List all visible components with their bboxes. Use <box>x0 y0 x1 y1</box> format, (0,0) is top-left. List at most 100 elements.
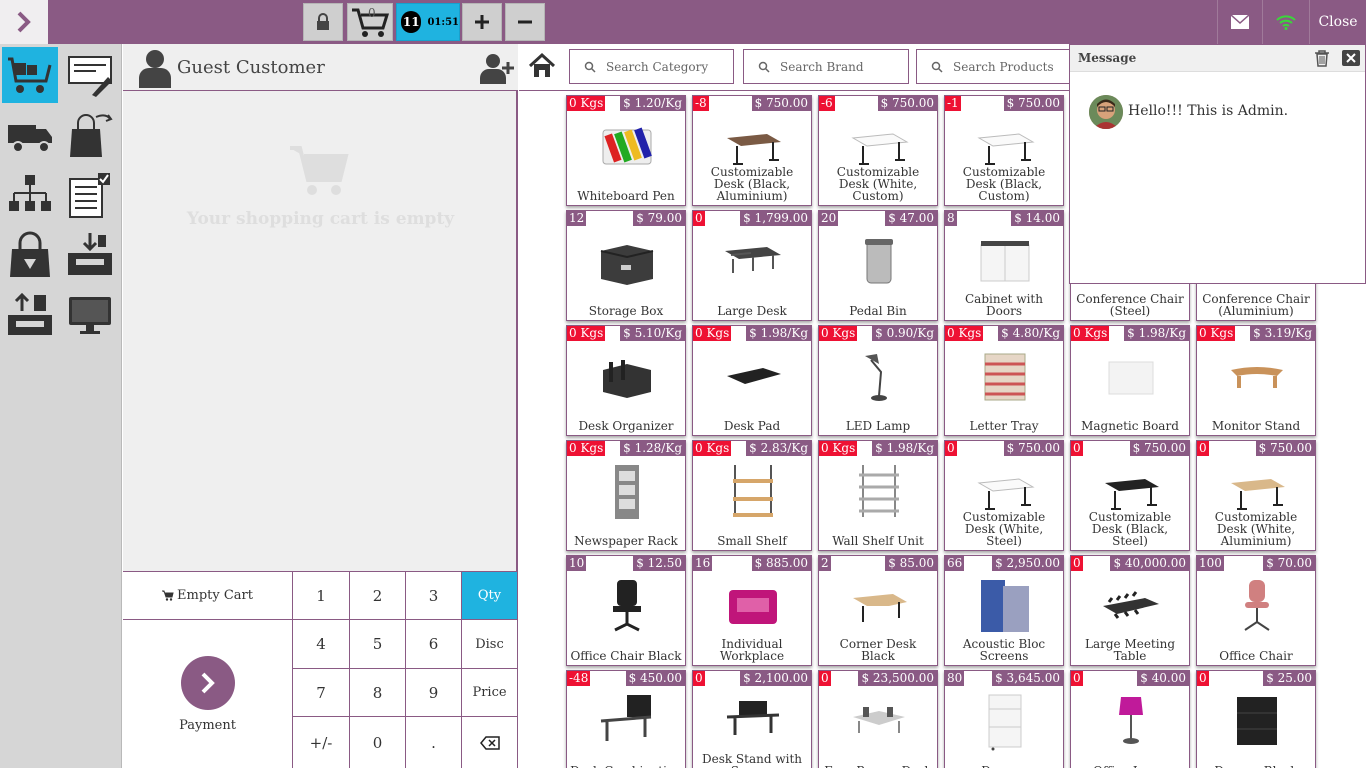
sidebar-item-point-of-sale[interactable] <box>2 47 58 103</box>
close-button[interactable]: Close <box>1309 0 1366 44</box>
product-qty-badge: 10 <box>567 556 587 571</box>
empty-cart-button[interactable]: Empty Cart <box>123 572 293 620</box>
product-card[interactable]: -8 $ 750.00 Customizable Desk (Black, Alum… <box>692 95 812 206</box>
product-card[interactable]: 0 $ 25.00 Drawer Black <box>1196 670 1316 768</box>
product-qty-badge: 0 Kgs <box>819 326 858 341</box>
numpad-key-5[interactable]: 5 <box>350 620 406 669</box>
product-qty-badge: 0 Kgs <box>945 326 984 341</box>
home-icon[interactable] <box>528 52 556 80</box>
product-card[interactable]: -48 $ 450.00 Desk Combination <box>566 670 686 768</box>
customer-name[interactable]: Guest Customer <box>177 57 325 78</box>
pad-image <box>727 368 781 384</box>
numpad-key-9[interactable]: 9 <box>406 669 462 717</box>
product-card[interactable]: 0 $ 2,100.00 Desk Stand with Screen <box>692 670 812 768</box>
product-name: Whiteboard Pen <box>577 189 675 203</box>
lock-button[interactable] <box>303 3 343 41</box>
sidebar-item-stock-in[interactable] <box>62 227 118 283</box>
board-image <box>1108 361 1154 395</box>
sidebar-item-stock-out[interactable] <box>2 287 58 343</box>
product-price-badge: $ 1.98/Kg <box>872 441 937 456</box>
sidebar-item-checklist[interactable] <box>62 167 118 223</box>
product-card[interactable]: 0 $ 750.00 Customizable Desk (White, Alumi… <box>1196 440 1316 551</box>
search-products-input[interactable]: Search Products <box>916 49 1076 84</box>
bin-image <box>865 239 893 284</box>
search-brand-input[interactable]: Search Brand <box>743 49 909 84</box>
sidebar-item-return[interactable] <box>62 107 118 163</box>
product-card[interactable]: 20 $ 47.00 Pedal Bin <box>818 210 938 321</box>
product-card[interactable]: 0 $ 40,000.00 Large Meeting Table <box>1070 555 1190 666</box>
product-card[interactable]: 0 Kgs $ 5.10/Kg Desk Organizer <box>566 325 686 436</box>
product-card[interactable]: 0 Kgs $ 1.20/Kg Whiteboard Pen <box>566 95 686 206</box>
numpad-key-plus-minus[interactable]: +/- <box>293 717 350 768</box>
qty-mode-button[interactable]: Qty <box>462 572 518 620</box>
product-card[interactable]: 0 Kgs $ 0.90/Kg LED Lamp <box>818 325 938 436</box>
product-card[interactable]: 0 $ 23,500.00 Four Person Desk <box>818 670 938 768</box>
product-card[interactable]: 0 Kgs $ 4.80/Kg Letter Tray <box>944 325 1064 436</box>
cabinet-image <box>980 241 1030 282</box>
product-name: Large Desk <box>717 304 787 318</box>
trash-icon[interactable] <box>1314 50 1330 67</box>
numpad-key-0[interactable]: 0 <box>350 717 406 768</box>
cart-truck-icon <box>8 57 52 93</box>
numpad-key-6[interactable]: 6 <box>406 620 462 669</box>
product-card[interactable]: -1 $ 750.00 Customizable Desk (Black, Cust… <box>944 95 1064 206</box>
product-card[interactable]: 80 $ 3,645.00 Drawer <box>944 670 1064 768</box>
product-card[interactable]: 0 Kgs $ 1.98/Kg Desk Pad <box>692 325 812 436</box>
numpad-key-2[interactable]: 2 <box>350 572 406 620</box>
messages-button[interactable] <box>1217 0 1261 44</box>
product-card[interactable]: 16 $ 885.00 Individual Workplace <box>692 555 812 666</box>
product-qty-badge: 12 <box>567 211 587 226</box>
backspace-button[interactable] <box>462 717 518 768</box>
numpad-key-8[interactable]: 8 <box>350 669 406 717</box>
sidebar-item-customer-display[interactable] <box>62 287 118 343</box>
product-name: Monitor Stand <box>1211 419 1301 433</box>
price-mode-button[interactable]: Price <box>462 669 518 717</box>
product-name: Four Person Desk <box>819 750 937 768</box>
message-popup: Message Hello!!! This is Admin. <box>1069 44 1366 284</box>
current-order-tab[interactable]: 11 01:51 <box>396 3 460 41</box>
sidebar-item-hierarchy[interactable] <box>2 167 58 223</box>
menu-toggle-button[interactable] <box>0 0 48 44</box>
product-card[interactable]: 0 $ 750.00 Customizable Desk (Black, Steel… <box>1070 440 1190 551</box>
delete-order-button[interactable] <box>505 3 545 41</box>
numpad-key-3[interactable]: 3 <box>406 572 462 620</box>
product-card[interactable]: 0 Kgs $ 2.83/Kg Small Shelf <box>692 440 812 551</box>
sidebar-item-delivery[interactable] <box>2 107 58 163</box>
product-card[interactable]: 0 $ 750.00 Customizable Desk (White, Steel… <box>944 440 1064 551</box>
close-icon[interactable] <box>1342 50 1360 66</box>
product-card[interactable]: 0 Kgs $ 3.19/Kg Monitor Stand <box>1196 325 1316 436</box>
backspace-icon <box>479 735 500 750</box>
product-qty-badge: 20 <box>819 211 839 226</box>
product-card[interactable]: 10 $ 12.50 Office Chair Black <box>566 555 686 666</box>
product-card[interactable]: 2 $ 85.00 Corner Desk Black <box>818 555 938 666</box>
sidebar-item-quotation[interactable] <box>62 47 118 103</box>
sidebar-item-weighted-bag[interactable] <box>2 227 58 283</box>
disc-mode-button[interactable]: Disc <box>462 620 518 669</box>
product-card[interactable]: 0 Kgs $ 1.98/Kg Magnetic Board <box>1070 325 1190 436</box>
numpad-key-7[interactable]: 7 <box>293 669 350 717</box>
cart-button[interactable]: 0 <box>347 3 393 41</box>
product-card[interactable]: 0 Kgs $ 1.98/Kg Wall Shelf Unit <box>818 440 938 551</box>
product-price-badge: $ 40.00 <box>1137 671 1189 686</box>
product-name: Conference Chair (Aluminium) <box>1202 292 1310 318</box>
product-name: Cabinet with Doors <box>965 292 1043 318</box>
product-card[interactable]: 0 $ 1,799.00 Large Desk <box>692 210 812 321</box>
wifi-status-button[interactable] <box>1262 0 1308 44</box>
payment-button[interactable]: Payment <box>123 620 293 768</box>
product-price-badge: $ 885.00 <box>751 556 811 571</box>
product-card[interactable]: 12 $ 79.00 Storage Box <box>566 210 686 321</box>
numpad-key-1[interactable]: 1 <box>293 572 350 620</box>
add-user-icon[interactable] <box>480 52 514 84</box>
product-card[interactable]: 0 Kgs $ 1.28/Kg Newspaper Rack <box>566 440 686 551</box>
product-card[interactable]: 8 $ 14.00 Cabinet with Doors <box>944 210 1064 321</box>
product-card[interactable]: -6 $ 750.00 Customizable Desk (White, Cust… <box>818 95 938 206</box>
numpad-key-4[interactable]: 4 <box>293 620 350 669</box>
new-order-button[interactable] <box>462 3 502 41</box>
user-icon <box>139 50 171 88</box>
product-card[interactable]: 66 $ 2,950.00 Acoustic Bloc Screens <box>944 555 1064 666</box>
product-card[interactable]: 100 $ 70.00 Office Chair <box>1196 555 1316 666</box>
numpad-key-decimal[interactable]: . <box>406 717 462 768</box>
product-card[interactable]: 0 $ 40.00 Office Lamp <box>1070 670 1190 768</box>
search-category-input[interactable]: Search Category <box>569 49 734 84</box>
product-name: Desk Organizer <box>578 419 674 433</box>
